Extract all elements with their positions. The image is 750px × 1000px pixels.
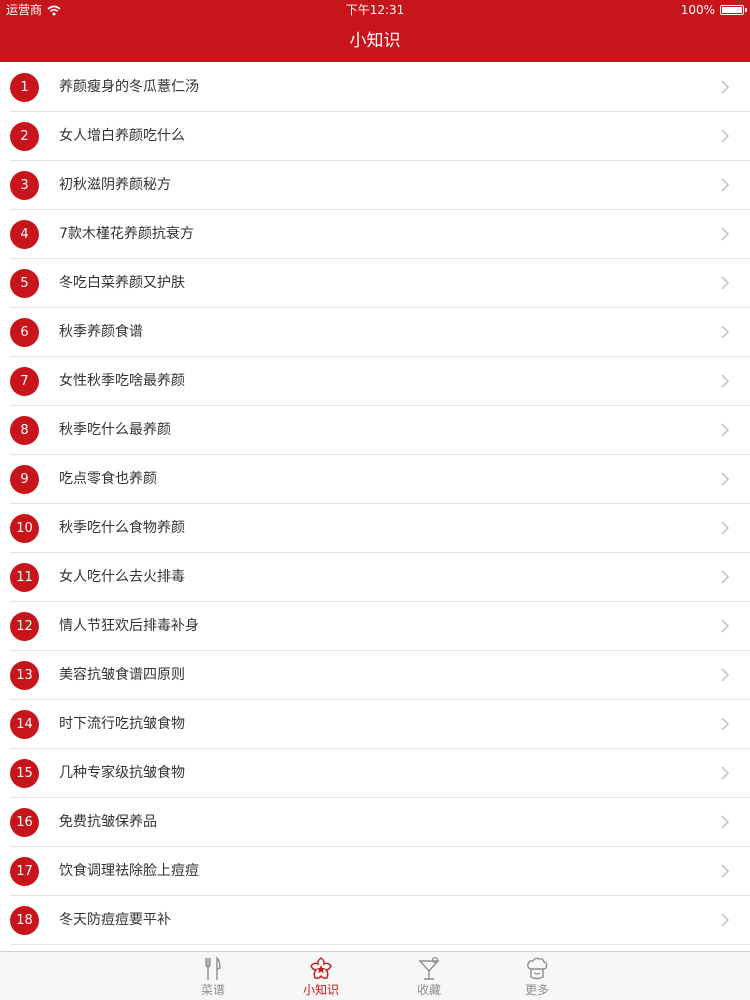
- item-number-badge: 18: [10, 906, 39, 935]
- chevron-right-icon: [721, 815, 730, 829]
- item-number-badge: 11: [10, 563, 39, 592]
- list-item[interactable]: 11 女人吃什么去火排毒: [10, 553, 750, 602]
- item-number-badge: 7: [10, 367, 39, 396]
- tab-label: 更多: [524, 983, 549, 997]
- list-item[interactable]: 1 养颜瘦身的冬瓜薏仁汤: [10, 63, 750, 112]
- chevron-right-icon: [721, 374, 730, 388]
- chevron-right-icon: [721, 864, 730, 878]
- article-list[interactable]: 1 养颜瘦身的冬瓜薏仁汤 2 女人增白养颜吃什么 3 初秋滋阴养颜秘方 4 7款木槿花养颜抗衰…: [0, 63, 750, 951]
- list-item[interactable]: 5 冬吃白菜养颜又护肤: [10, 259, 750, 308]
- battery-icon: [720, 5, 747, 15]
- list-item[interactable]: 3 初秋滋阴养颜秘方: [10, 161, 750, 210]
- chevron-right-icon: [721, 570, 730, 584]
- chevron-right-icon: [721, 521, 730, 535]
- item-number-badge: 3: [10, 171, 39, 200]
- chevron-right-icon: [721, 178, 730, 192]
- item-title: 7款木槿花养颜抗衰方: [59, 226, 194, 242]
- tab-label: 菜谱: [200, 983, 225, 997]
- chevron-right-icon: [721, 668, 730, 682]
- chevron-right-icon: [721, 227, 730, 241]
- battery-percent: 100%: [680, 3, 715, 17]
- chef-hat-icon: [527, 957, 548, 980]
- chevron-right-icon: [721, 619, 730, 633]
- item-title: 饮食调理祛除脸上痘痘: [59, 863, 199, 879]
- fork-knife-icon: [205, 956, 221, 980]
- tab-label: 收藏: [416, 983, 441, 997]
- chevron-right-icon: [721, 472, 730, 486]
- list-item[interactable]: 17 饮食调理祛除脸上痘痘: [10, 847, 750, 896]
- item-title: 时下流行吃抗皱食物: [59, 716, 185, 732]
- tab-label: 小知识: [302, 983, 339, 997]
- status-bar: 运营商 下午12:31 100%: [0, 0, 750, 20]
- tab-bar: 菜谱 小知识 收藏 更多: [0, 951, 750, 1000]
- item-number-badge: 12: [10, 612, 39, 641]
- list-item[interactable]: 15 几种专家级抗皱食物: [10, 749, 750, 798]
- item-title: 初秋滋阴养颜秘方: [59, 177, 171, 193]
- item-number-badge: 5: [10, 269, 39, 298]
- tab-recipes[interactable]: 菜谱: [178, 954, 248, 1000]
- item-title: 冬天防痘痘要平补: [59, 912, 171, 928]
- list-item[interactable]: 6 秋季养颜食谱: [10, 308, 750, 357]
- cocktail-glass-icon: [418, 956, 440, 980]
- chevron-right-icon: [721, 276, 730, 290]
- list-item[interactable]: 8 秋季吃什么最养颜: [10, 406, 750, 455]
- chevron-right-icon: [721, 717, 730, 731]
- list-item[interactable]: 16 免费抗皱保养品: [10, 798, 750, 847]
- item-title: 秋季养颜食谱: [59, 324, 143, 340]
- item-number-badge: 1: [10, 73, 39, 102]
- item-title: 几种专家级抗皱食物: [59, 765, 185, 781]
- item-number-badge: 8: [10, 416, 39, 445]
- item-number-badge: 4: [10, 220, 39, 249]
- item-title: 情人节狂欢后排毒补身: [59, 618, 199, 634]
- chevron-right-icon: [721, 80, 730, 94]
- item-title: 免费抗皱保养品: [59, 814, 157, 830]
- page-title: 小知识: [349, 31, 401, 51]
- item-number-badge: 14: [10, 710, 39, 739]
- chevron-right-icon: [721, 766, 730, 780]
- item-title: 吃点零食也养颜: [59, 471, 157, 487]
- chevron-right-icon: [721, 325, 730, 339]
- item-title: 冬吃白菜养颜又护肤: [59, 275, 185, 291]
- tab-more[interactable]: 更多: [502, 954, 572, 1000]
- list-item[interactable]: 2 女人增白养颜吃什么: [10, 112, 750, 161]
- list-item[interactable]: 13 美容抗皱食谱四原则: [10, 651, 750, 700]
- item-number-badge: 6: [10, 318, 39, 347]
- navigation-bar: 运营商 下午12:31 100% 小知识: [0, 0, 750, 62]
- tab-tips[interactable]: 小知识: [286, 954, 356, 1000]
- status-time: 下午12:31: [345, 3, 405, 17]
- flower-star-icon: [310, 957, 332, 979]
- item-title: 秋季吃什么最养颜: [59, 422, 171, 438]
- list-item[interactable]: 12 情人节狂欢后排毒补身: [10, 602, 750, 651]
- item-title: 秋季吃什么食物养颜: [59, 520, 185, 536]
- list-item[interactable]: 9 吃点零食也养颜: [10, 455, 750, 504]
- list-item[interactable]: 14 时下流行吃抗皱食物: [10, 700, 750, 749]
- list-item[interactable]: 10 秋季吃什么食物养颜: [10, 504, 750, 553]
- item-number-badge: 16: [10, 808, 39, 837]
- list-item[interactable]: 7 女性秋季吃啥最养颜: [10, 357, 750, 406]
- item-number-badge: 15: [10, 759, 39, 788]
- item-title: 养颜瘦身的冬瓜薏仁汤: [59, 79, 199, 95]
- item-number-badge: 2: [10, 122, 39, 151]
- chevron-right-icon: [721, 913, 730, 927]
- tab-favorites[interactable]: 收藏: [394, 954, 464, 1000]
- list-item[interactable]: 4 7款木槿花养颜抗衰方: [10, 210, 750, 259]
- item-number-badge: 13: [10, 661, 39, 690]
- item-number-badge: 9: [10, 465, 39, 494]
- list-item[interactable]: 18 冬天防痘痘要平补: [10, 896, 750, 945]
- item-number-badge: 10: [10, 514, 39, 543]
- chevron-right-icon: [721, 129, 730, 143]
- item-title: 女人吃什么去火排毒: [59, 569, 185, 585]
- item-title: 女人增白养颜吃什么: [59, 128, 185, 144]
- battery-fill: [722, 7, 742, 13]
- chevron-right-icon: [721, 423, 730, 437]
- battery-group: 100%: [680, 0, 747, 20]
- item-title: 女性秋季吃啥最养颜: [59, 373, 185, 389]
- item-title: 美容抗皱食谱四原则: [59, 667, 185, 683]
- item-number-badge: 17: [10, 857, 39, 886]
